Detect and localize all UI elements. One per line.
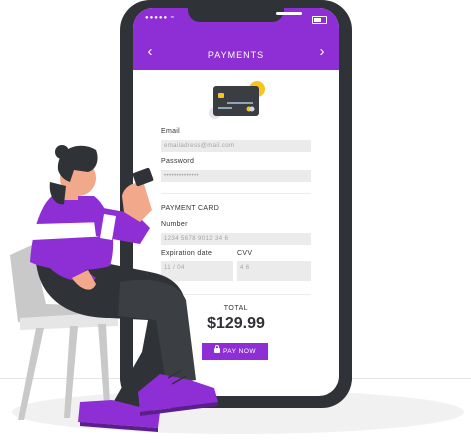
- head: [49, 145, 98, 205]
- person-sitting-illustration: [10, 145, 218, 432]
- payment-illustration: ●●●●● ≈ ‹ PAYMENTS › Email emailadress@m…: [0, 0, 471, 443]
